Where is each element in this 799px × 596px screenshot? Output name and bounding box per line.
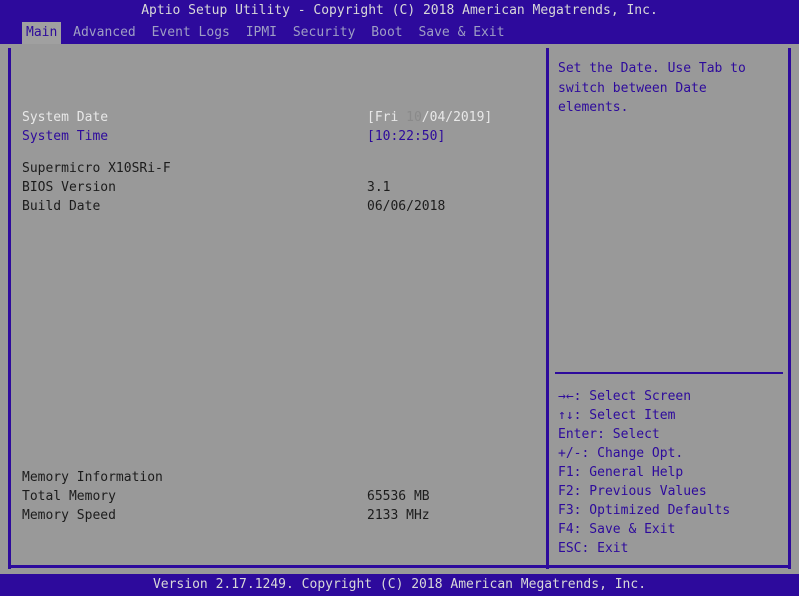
- setting-row-build-date: Build Date 06/06/2018: [22, 197, 445, 216]
- key-legend-row: ESC: Exit: [558, 539, 786, 558]
- settings-pane: System Date [Fri 10/04/2019] System Time [1…: [11, 48, 546, 565]
- key-legend-key: F2: [558, 484, 574, 499]
- menu-gap: [407, 22, 415, 44]
- menu-bar-items: Main Advanced Event Logs IPMI Security B…: [22, 22, 509, 44]
- help-pane: Set the Date. Use Tab to switch between …: [549, 48, 788, 565]
- footer-bar: Version 2.17.1249. Copyright (C) 2018 Am…: [0, 574, 799, 596]
- key-legend-action: General Help: [581, 465, 684, 480]
- key-legend-action: Exit: [589, 541, 629, 556]
- setting-value: 06/06/2018: [367, 199, 446, 214]
- frame-border-right: [788, 48, 791, 569]
- key-legend-action: Change Opt.: [589, 446, 684, 461]
- setting-row-system-date[interactable]: System Date [Fri 10/04/2019]: [22, 108, 492, 127]
- setting-row-supermicro-x10sri-f: Supermicro X10SRi-F: [22, 159, 171, 178]
- menu-item-event-logs[interactable]: Event Logs: [148, 22, 234, 44]
- menu-item-security[interactable]: Security: [289, 22, 360, 44]
- setting-row-memory-information: Memory Information: [22, 468, 163, 487]
- menu-item-boot[interactable]: Boot: [367, 22, 406, 44]
- setting-row-total-memory: Total Memory 65536 MB: [22, 487, 430, 506]
- key-legend-key: F4: [558, 522, 574, 537]
- key-legend-row: F2: Previous Values: [558, 482, 786, 501]
- setting-label: BIOS Version: [22, 180, 116, 195]
- key-legend-key: Enter: [558, 427, 598, 442]
- key-legend-key: →←: [558, 389, 574, 404]
- key-legend-row: F4: Save & Exit: [558, 520, 786, 539]
- date-value-active-element[interactable]: 10: [406, 110, 422, 125]
- menu-bar: Main Advanced Event Logs IPMI Security B…: [0, 22, 799, 44]
- key-legend-row: F3: Optimized Defaults: [558, 501, 786, 520]
- setting-label: System Date: [22, 110, 109, 125]
- menu-item-main[interactable]: Main: [22, 22, 62, 44]
- date-value-suffix: /04/2019]: [421, 110, 493, 125]
- body-frame: System Date [Fri 10/04/2019] System Time [1…: [0, 44, 799, 572]
- setting-label: Memory Information: [22, 470, 163, 485]
- key-legend-key: ↑↓: [558, 408, 574, 423]
- key-legend-action: Optimized Defaults: [581, 503, 731, 518]
- key-legend-separator: :: [597, 427, 605, 442]
- setting-label: Supermicro X10SRi-F: [22, 161, 171, 176]
- menu-gap: [234, 22, 242, 44]
- frame-border-bottom: [8, 565, 791, 568]
- key-legend-row: →←: Select Screen: [558, 387, 786, 406]
- menu-item-save-exit[interactable]: Save & Exit: [414, 22, 508, 44]
- setting-label: Total Memory: [22, 489, 116, 504]
- bios-setup-screen: Aptio Setup Utility - Copyright (C) 2018…: [0, 0, 799, 596]
- menu-gap: [359, 22, 367, 44]
- title-bar: Aptio Setup Utility - Copyright (C) 2018…: [0, 0, 799, 22]
- key-legend: →←: Select Screen ↑↓: Select Item Enter: S…: [558, 387, 786, 558]
- key-legend-key: +/-: [558, 446, 582, 461]
- key-legend-key: F3: [558, 503, 574, 518]
- help-divider: [555, 372, 783, 374]
- setting-row-bios-version: BIOS Version 3.1: [22, 178, 390, 197]
- key-legend-action: Select Screen: [581, 389, 692, 404]
- key-legend-action: Select: [604, 427, 660, 442]
- menu-item-advanced[interactable]: Advanced: [69, 22, 140, 44]
- key-legend-key: ESC: [558, 541, 582, 556]
- setting-row-system-time[interactable]: System Time [10:22:50]: [22, 127, 445, 146]
- key-legend-action: Previous Values: [581, 484, 707, 499]
- key-legend-row: +/-: Change Opt.: [558, 444, 786, 463]
- menu-gap: [61, 22, 69, 44]
- setting-row-memory-speed: Memory Speed 2133 MHz: [22, 506, 430, 525]
- setting-value[interactable]: [10:22:50]: [367, 127, 445, 146]
- key-legend-action: Select Item: [581, 408, 676, 423]
- menu-gap: [281, 22, 289, 44]
- setting-label: System Time: [22, 129, 109, 144]
- help-text: Set the Date. Use Tab to switch between …: [558, 61, 754, 115]
- setting-value: 65536 MB: [367, 489, 430, 504]
- setting-value: 2133 MHz: [367, 508, 430, 523]
- key-legend-row: F1: General Help: [558, 463, 786, 482]
- key-legend-key: F1: [558, 465, 574, 480]
- menu-gap: [140, 22, 148, 44]
- key-legend-row: Enter: Select: [558, 425, 786, 444]
- key-legend-row: ↑↓: Select Item: [558, 406, 786, 425]
- date-value-prefix: [Fri: [367, 110, 407, 125]
- setting-value: 3.1: [367, 180, 391, 195]
- setting-value[interactable]: [Fri 10/04/2019]: [367, 108, 492, 127]
- key-legend-action: Save & Exit: [581, 522, 676, 537]
- setting-label: Memory Speed: [22, 508, 116, 523]
- setting-label: Build Date: [22, 199, 101, 214]
- menu-item-ipmi[interactable]: IPMI: [242, 22, 281, 44]
